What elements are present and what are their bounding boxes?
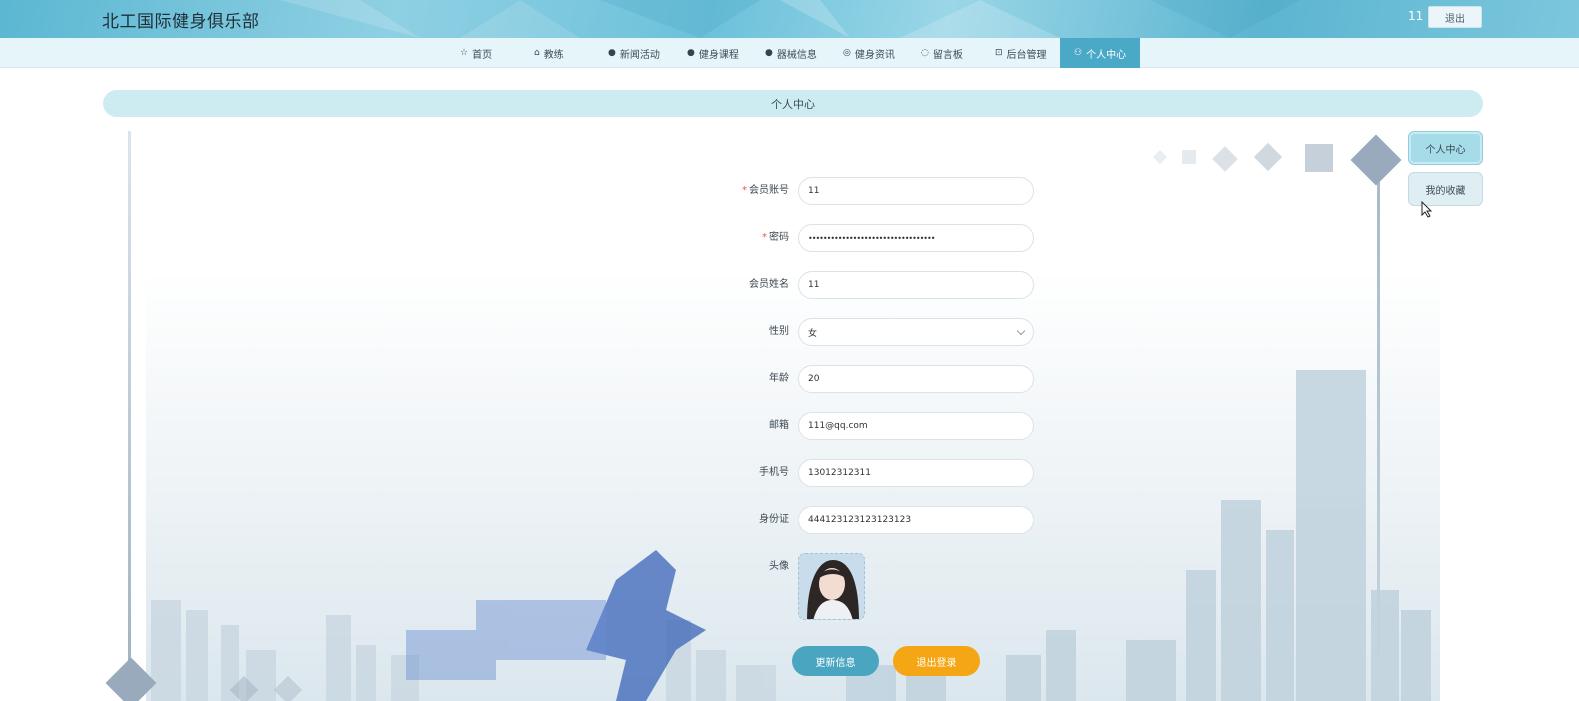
- nav-item-label: 健身课程: [698, 49, 739, 61]
- nav-item-fitness-info[interactable]: ◎ 健身资讯: [843, 38, 895, 68]
- chevron-down-icon: [1016, 326, 1026, 336]
- nav-item-coaches[interactable]: ⌂ 教练: [534, 38, 564, 68]
- password-input[interactable]: ••••••••••••••••••••••••••••••••••: [798, 224, 1034, 252]
- required-marker: *: [762, 232, 767, 243]
- form-row-account: * 会员账号 11: [700, 177, 1040, 205]
- page-title-banner: 个人中心: [103, 90, 1483, 117]
- required-marker: *: [742, 185, 747, 196]
- decor-square: [1305, 144, 1333, 172]
- nav-item-label: 新闻活动: [619, 49, 660, 61]
- nav-item-label: 健身资讯: [854, 49, 895, 61]
- nav-item-personal-center[interactable]: ⚇ 个人中心: [1060, 38, 1141, 68]
- form-row-phone: 手机号 13012312311: [700, 459, 1040, 487]
- avatar-upload[interactable]: [798, 553, 865, 620]
- nav-item-equipment[interactable]: ● 器械信息: [765, 38, 817, 68]
- id-card-label: 身份证: [759, 514, 789, 525]
- nav-item-label: 个人中心: [1086, 49, 1127, 61]
- logout-account-button[interactable]: 退出登录: [893, 646, 980, 676]
- name-input[interactable]: 11: [798, 271, 1034, 299]
- decor-diamond: [1350, 134, 1402, 186]
- update-info-button[interactable]: 更新信息: [792, 646, 879, 676]
- bag-icon: ⌂: [534, 48, 540, 58]
- user-icon: ⚇: [1074, 48, 1083, 58]
- side-menu-my-favorites[interactable]: 我的收藏: [1408, 172, 1483, 206]
- password-label: * 密码: [762, 224, 789, 252]
- mouse-cursor-icon: [1421, 201, 1433, 218]
- decor-diamond: [1253, 142, 1283, 172]
- info-icon: ●: [765, 48, 773, 58]
- header-bar: 北工国际健身俱乐部 11 退出: [0, 0, 1579, 38]
- account-label: * 会员账号: [742, 177, 789, 205]
- avatar-label: 头像: [769, 561, 789, 572]
- account-label-text: 会员账号: [749, 185, 789, 196]
- nav-item-news[interactable]: ● 新闻活动: [608, 38, 660, 68]
- nav-item-label: 留言板: [932, 49, 963, 61]
- main-nav: ☆ 首页 ⌂ 教练 ● 新闻活动 ● 健身课程 ● 器械信息 ◎ 健身资讯 ◌ …: [0, 38, 1579, 68]
- chat-icon: ◌: [921, 48, 929, 58]
- form-row-id-card: 身份证 444123123123123123: [700, 506, 1040, 534]
- email-input[interactable]: 111@qq.com: [798, 412, 1034, 440]
- phone-label: 手机号: [759, 467, 789, 478]
- nav-item-label: 器械信息: [776, 49, 817, 61]
- form-row-password: * 密码 ••••••••••••••••••••••••••••••••••: [700, 224, 1040, 252]
- decor-diamond: [1212, 146, 1238, 172]
- age-label: 年龄: [769, 373, 789, 384]
- globe-icon: ◎: [843, 48, 851, 58]
- decor-diamond: [1152, 149, 1168, 165]
- logout-button[interactable]: 退出: [1428, 6, 1482, 28]
- gender-value: 女: [808, 328, 818, 339]
- nav-item-admin[interactable]: ⊡ 后台管理: [995, 38, 1047, 68]
- info-icon: ●: [608, 48, 616, 58]
- avatar-image: [799, 554, 864, 619]
- nav-item-courses[interactable]: ● 健身课程: [687, 38, 739, 68]
- nav-item-home[interactable]: ☆ 首页: [460, 38, 492, 68]
- id-card-input[interactable]: 444123123123123123: [798, 506, 1034, 534]
- age-input[interactable]: 20: [798, 365, 1034, 393]
- decor-pole-left: [128, 131, 131, 676]
- side-menu-personal-center[interactable]: 个人中心: [1408, 131, 1483, 165]
- nav-item-label: 教练: [543, 49, 564, 61]
- nav-item-label: 后台管理: [1006, 49, 1047, 61]
- gender-select[interactable]: 女: [798, 318, 1034, 346]
- form-row-avatar: 头像: [700, 553, 1040, 621]
- username-label: 11: [1408, 9, 1424, 23]
- account-input[interactable]: 11: [798, 177, 1034, 205]
- gender-label: 性别: [769, 326, 789, 337]
- help-icon: ●: [687, 48, 695, 58]
- nav-item-message-board[interactable]: ◌ 留言板: [921, 38, 963, 68]
- decor-square: [1182, 150, 1196, 164]
- form-row-age: 年龄 20: [700, 365, 1040, 393]
- name-label: 会员姓名: [749, 279, 789, 290]
- site-title: 北工国际健身俱乐部: [102, 12, 260, 32]
- form-row-email: 邮箱 111@qq.com: [700, 412, 1040, 440]
- phone-input[interactable]: 13012312311: [798, 459, 1034, 487]
- nav-item-label: 首页: [472, 49, 493, 61]
- email-label: 邮箱: [769, 420, 789, 431]
- decor-pole-right: [1377, 178, 1380, 701]
- form-row-gender: 性别 女: [700, 318, 1040, 346]
- box-icon: ⊡: [995, 48, 1003, 58]
- star-icon: ☆: [460, 48, 469, 58]
- form-row-name: 会员姓名 11: [700, 271, 1040, 299]
- password-label-text: 密码: [769, 232, 789, 243]
